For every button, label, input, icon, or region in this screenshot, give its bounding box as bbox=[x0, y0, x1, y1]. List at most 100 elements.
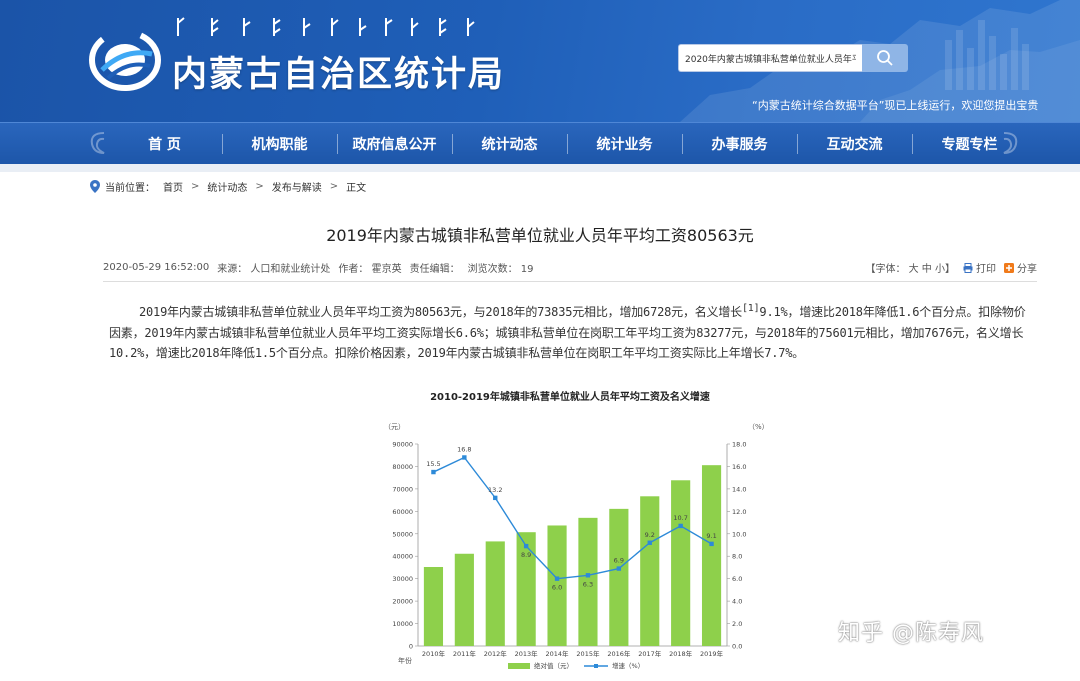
bar-2016年 bbox=[609, 508, 629, 646]
nav-item-topics[interactable]: 专题专栏 bbox=[912, 123, 1027, 165]
left-axis-tick-label: 10000 bbox=[392, 620, 413, 628]
growth-rate-line bbox=[433, 456, 712, 580]
breadcrumb: 当前位置： 首页 > 统计动态 > 发布与解读 > 正文 bbox=[90, 178, 374, 194]
view-count: 浏览次数： 19 bbox=[467, 263, 534, 275]
nav-item-stats-news[interactable]: 统计动态 bbox=[452, 123, 567, 165]
right-axis-tick-label: 2.0 bbox=[732, 620, 742, 628]
breadcrumb-item-home[interactable]: 首页 bbox=[163, 179, 183, 194]
meta-divider bbox=[103, 281, 1037, 282]
print-button[interactable]: 打印 bbox=[963, 260, 996, 275]
announcement-marquee[interactable]: “内蒙古统计综合数据平台”现已上线运行，欢迎您提出宝贵 bbox=[752, 97, 1050, 113]
search-input[interactable] bbox=[678, 44, 862, 72]
growth-rate-point bbox=[554, 576, 560, 581]
search-icon bbox=[877, 50, 893, 66]
legend-marker-line bbox=[594, 664, 598, 668]
growth-rate-point bbox=[523, 543, 529, 549]
right-axis-tick-label: 18.0 bbox=[732, 441, 746, 449]
font-size-switcher[interactable]: 【字体： 大 中 小】 bbox=[865, 260, 955, 275]
x-axis-tick-label: 2018年 bbox=[669, 649, 693, 658]
watermark: 知乎 @陈寿风 bbox=[838, 621, 984, 646]
article-author: 作者： 霍京英 bbox=[338, 263, 402, 275]
right-axis-tick-label: 8.0 bbox=[732, 553, 742, 561]
search-button[interactable] bbox=[862, 44, 908, 72]
site-title: 内蒙古自治区统计局 bbox=[172, 55, 506, 95]
site-banner: 内蒙古自治区统计局 “内蒙古统计综合数据平台”现已上线运行，欢迎您提出宝贵 bbox=[0, 0, 1080, 122]
nav-item-stats-business[interactable]: 统计业务 bbox=[567, 123, 682, 165]
left-axis-tick-label: 20000 bbox=[392, 598, 413, 606]
x-axis-tick-label: 2016年 bbox=[607, 649, 631, 658]
growth-rate-point bbox=[647, 540, 652, 545]
bar-2010年 bbox=[423, 566, 444, 646]
growth-rate-data-label: 6.9 bbox=[614, 557, 624, 565]
growth-rate-data-label: 15.5 bbox=[426, 460, 440, 468]
nav-item-services[interactable]: 办事服务 bbox=[682, 123, 797, 165]
location-pin-icon bbox=[90, 179, 100, 193]
breadcrumb-item-stats-news[interactable]: 统计动态 bbox=[207, 179, 247, 194]
bar-2012年 bbox=[485, 541, 505, 646]
legend-swatch-bar bbox=[508, 663, 530, 669]
right-axis-tick-label: 0.0 bbox=[732, 643, 742, 651]
article-meta: 2020-05-29 16:52:00 来源： 人口和就业统计处 作者： 霍京英… bbox=[103, 259, 1037, 275]
growth-rate-point bbox=[616, 566, 622, 571]
left-axis-tick-label: 80000 bbox=[392, 463, 413, 471]
nav-item-functions[interactable]: 机构职能 bbox=[222, 123, 337, 165]
article-body: 2019年内蒙古城镇非私营单位就业人员年平均工资为80563元，与2018年的7… bbox=[109, 299, 1031, 364]
x-axis-tick-label: 2012年 bbox=[484, 649, 508, 658]
growth-rate-data-label: 6.0 bbox=[552, 584, 562, 592]
growth-rate-data-label: 10.7 bbox=[673, 514, 687, 522]
growth-rate-data-label: 16.8 bbox=[457, 445, 471, 453]
right-axis-tick-label: 16.0 bbox=[732, 463, 746, 471]
growth-rate-point bbox=[709, 541, 714, 547]
growth-rate-point bbox=[493, 495, 498, 501]
search-box bbox=[678, 44, 908, 72]
paragraph-part-1: 2019年内蒙古城镇非私营单位就业人员年平均工资为80563元，与2018年的7… bbox=[139, 305, 742, 319]
nav-item-home[interactable]: 首 页 bbox=[107, 123, 222, 165]
share-button[interactable]: 分享 bbox=[1004, 260, 1037, 275]
left-axis-tick-label: 50000 bbox=[392, 530, 413, 538]
mongolian-script-title bbox=[177, 17, 475, 36]
bar-2011年 bbox=[454, 553, 474, 646]
footnote-link[interactable]: [1] bbox=[742, 303, 760, 314]
bar-2013年 bbox=[516, 532, 536, 646]
nav-shadow-strip bbox=[0, 164, 1080, 172]
right-axis-tick-label: 12.0 bbox=[732, 508, 746, 516]
nav-ornament-left bbox=[90, 132, 105, 154]
article-tools: 【字体： 大 中 小】 打印 分享 bbox=[857, 260, 1037, 275]
article-source: 来源： 人口和就业统计处 bbox=[217, 263, 331, 275]
right-axis-unit: （%） bbox=[748, 423, 769, 431]
left-axis-tick-label: 70000 bbox=[392, 485, 413, 493]
legend-label-bar: 绝对值（元） bbox=[534, 661, 573, 670]
chart-title: 2010-2019年城镇非私营单位就业人员年平均工资及名义增速 bbox=[430, 390, 710, 403]
x-axis-label: 年份 bbox=[398, 656, 412, 665]
share-icon bbox=[1004, 262, 1014, 273]
growth-rate-point bbox=[678, 523, 683, 529]
wage-growth-chart: 2010-2019年城镇非私营单位就业人员年平均工资及名义增速 （元） （%） … bbox=[384, 390, 769, 670]
x-axis-tick-label: 2010年 bbox=[422, 649, 446, 658]
article-editor: 责任编辑： bbox=[409, 263, 460, 275]
nav-item-interaction[interactable]: 互动交流 bbox=[797, 123, 912, 165]
print-label: 打印 bbox=[976, 263, 996, 275]
x-axis-tick-label: 2013年 bbox=[515, 649, 539, 658]
bar-2017年 bbox=[640, 496, 660, 646]
breadcrumb-separator: > bbox=[255, 180, 264, 192]
breadcrumb-separator: > bbox=[191, 180, 200, 192]
breadcrumb-item-release[interactable]: 发布与解读 bbox=[272, 179, 322, 194]
right-axis-tick-label: 10.0 bbox=[732, 530, 746, 538]
growth-rate-point bbox=[585, 573, 591, 578]
bar-2019年 bbox=[701, 465, 722, 646]
breadcrumb-separator: > bbox=[329, 180, 339, 192]
bar-2018年 bbox=[671, 480, 691, 646]
legend-label-line: 增速（%） bbox=[612, 661, 644, 670]
growth-rate-point bbox=[431, 469, 436, 475]
article-paragraph: 2019年内蒙古城镇非私营单位就业人员年平均工资为80563元，与2018年的7… bbox=[109, 299, 1031, 364]
nav-item-gov-info[interactable]: 政府信息公开 bbox=[337, 123, 452, 165]
growth-rate-data-label: 9.2 bbox=[645, 531, 655, 539]
left-axis-unit: （元） bbox=[384, 423, 405, 431]
right-axis-tick-label: 14.0 bbox=[732, 485, 746, 493]
growth-rate-data-label: 8.9 bbox=[521, 551, 531, 559]
left-axis-tick-label: 60000 bbox=[392, 508, 413, 516]
article-title: 2019年内蒙古城镇非私营单位就业人员年平均工资80563元 bbox=[326, 226, 754, 245]
main-nav: 首 页 机构职能 政府信息公开 统计动态 统计业务 办事服务 互动交流 专题专栏 bbox=[0, 122, 1080, 164]
left-axis-tick-label: 30000 bbox=[392, 575, 413, 583]
breadcrumb-item-current: 正文 bbox=[346, 182, 367, 194]
